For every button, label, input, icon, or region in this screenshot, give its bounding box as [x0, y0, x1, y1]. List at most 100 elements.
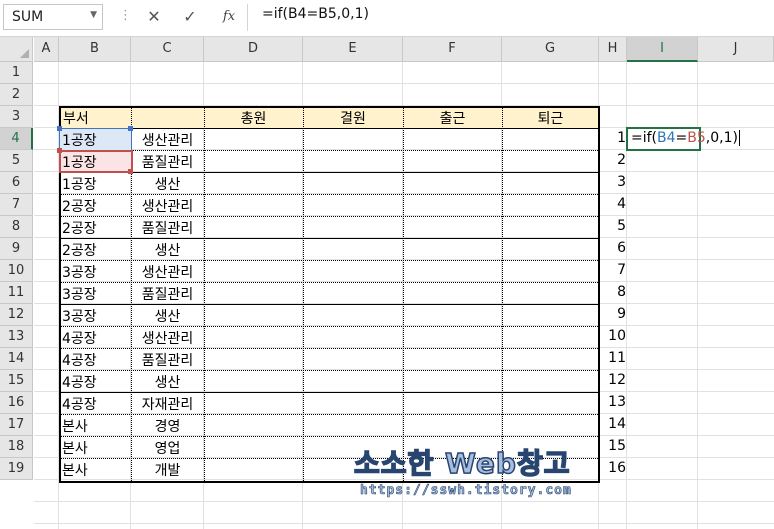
cell-department: 개발: [154, 463, 181, 479]
cell-plant: 3공장: [62, 309, 97, 325]
row-header-17[interactable]: 17: [0, 414, 33, 436]
row-header-19[interactable]: 19: [0, 458, 33, 480]
table-header-absent: 결원: [340, 111, 366, 127]
row-header-10[interactable]: 10: [0, 260, 33, 282]
table-header-attendance: 출근: [439, 111, 466, 127]
cell-plant: 4공장: [62, 375, 97, 391]
cell-edit-i4[interactable]: =if(B4=B5,0,1)​: [626, 127, 740, 151]
edit-ref-b5: B5: [687, 130, 706, 146]
column-header-b[interactable]: B: [59, 37, 131, 62]
table-row-divider: [61, 370, 598, 371]
row-header-13[interactable]: 13: [0, 326, 33, 348]
column-header-j[interactable]: J: [698, 37, 774, 62]
row-header-11[interactable]: 11: [0, 282, 33, 304]
row-header-7[interactable]: 7: [0, 194, 33, 216]
table-header-leave: 퇴근: [537, 111, 564, 127]
table-row-divider: [61, 238, 598, 239]
cell-result: 3: [617, 174, 626, 190]
cell-result: 5: [617, 218, 626, 234]
cell-result: 12: [608, 372, 626, 388]
cell-plant: 1공장: [62, 177, 97, 193]
watermark-url: https://sswh.tistory.com: [360, 483, 572, 499]
cell-plant: 2공장: [62, 221, 97, 237]
table-row-divider: [61, 260, 598, 261]
column-header-c[interactable]: C: [131, 37, 204, 62]
watermark-logo: 소소한 Web창고 https://sswh.tistory.com: [353, 442, 604, 507]
row-header-3[interactable]: 3: [0, 106, 33, 128]
row-header-9[interactable]: 9: [0, 238, 33, 260]
name-box-value: SUM: [12, 9, 44, 25]
table-row-divider: [61, 128, 598, 129]
cell-department: 생산: [154, 243, 181, 259]
cell-plant: 본사: [62, 463, 88, 479]
cell-department: 생산관리: [141, 265, 194, 281]
table-row-divider: [61, 194, 598, 195]
cell-result: 2: [617, 152, 626, 168]
table-row-divider: [61, 414, 598, 415]
cell-department: 자재관리: [141, 397, 194, 413]
insert-function-icon[interactable]: fx: [218, 5, 240, 29]
name-box[interactable]: SUM ▼: [3, 4, 103, 30]
row-header-4[interactable]: 4: [0, 128, 33, 150]
worksheet: ABCDEFGHIJ 1 2 3 4 5 6 7 8 9 10 11 12 13 14 15 16 17 18 19…: [0, 37, 774, 529]
table-header-department: 부서: [63, 111, 89, 127]
column-header-e[interactable]: E: [303, 37, 403, 62]
cell-plant: 본사: [62, 441, 88, 457]
table-column-divider: [303, 108, 304, 481]
row-header-1[interactable]: 1: [0, 62, 33, 84]
table-row-divider: [61, 216, 598, 217]
cell-plant: 4공장: [62, 397, 97, 413]
cell-department: 품질관리: [141, 287, 194, 303]
cell-result: 7: [617, 262, 626, 278]
chevron-down-icon[interactable]: ▼: [90, 10, 97, 20]
row-header-6[interactable]: 6: [0, 172, 33, 194]
cell-department: 품질관리: [141, 221, 194, 237]
cell-result: 8: [617, 284, 626, 300]
row-header-18[interactable]: 18: [0, 436, 33, 458]
select-all-button[interactable]: [0, 37, 33, 62]
edit-formula-prefix: =if(: [631, 130, 658, 146]
row-header-12[interactable]: 12: [0, 304, 33, 326]
divider: [247, 4, 248, 31]
column-header-h[interactable]: H: [599, 37, 627, 62]
cell-department: 생산관리: [141, 199, 194, 215]
cell-result: 14: [608, 416, 626, 432]
cell-department: 품질관리: [141, 353, 194, 369]
table-column-divider: [403, 108, 404, 481]
table-header-total: 총원: [240, 111, 267, 127]
cell-plant: 4공장: [62, 353, 97, 369]
column-header-d[interactable]: D: [204, 37, 303, 62]
column-header-i[interactable]: I: [627, 37, 698, 62]
text-cursor: ​: [738, 130, 740, 146]
cell-department: 생산: [154, 177, 181, 193]
cell-result: 13: [608, 394, 626, 410]
select-all-icon: [20, 49, 29, 58]
table-row-divider: [61, 326, 598, 327]
cell-department: 생산관리: [141, 331, 194, 347]
row-header-5[interactable]: 5: [0, 150, 33, 172]
row-header-16[interactable]: 16: [0, 392, 33, 414]
row-header-2[interactable]: 2: [0, 84, 33, 106]
formula-input[interactable]: =if(B4=B5,0,1): [262, 6, 369, 22]
cell-result: 10: [608, 328, 626, 344]
edit-formula-tail: ,0,1): [705, 130, 738, 146]
cell-result: 11: [608, 350, 626, 366]
cell-plant: 2공장: [62, 199, 97, 215]
cell-result: 4: [617, 196, 626, 212]
row-header-14[interactable]: 14: [0, 348, 33, 370]
watermark-text: 소소한 Web창고: [353, 446, 571, 481]
cell-plant: 1공장: [62, 155, 97, 171]
column-header-g[interactable]: G: [502, 37, 599, 62]
column-header-a[interactable]: A: [34, 37, 59, 62]
cell-plant: 3공장: [62, 287, 97, 303]
cancel-icon[interactable]: ✕: [142, 5, 166, 29]
table-row-divider: [61, 150, 598, 151]
drag-handle-icon[interactable]: ⋮: [119, 8, 132, 23]
row-header-8[interactable]: 8: [0, 216, 33, 238]
cell-result: 6: [617, 240, 626, 256]
column-header-f[interactable]: F: [403, 37, 502, 62]
enter-icon[interactable]: ✓: [178, 5, 202, 29]
table-row-divider: [61, 282, 598, 283]
cell-plant: 3공장: [62, 265, 97, 281]
row-header-15[interactable]: 15: [0, 370, 33, 392]
